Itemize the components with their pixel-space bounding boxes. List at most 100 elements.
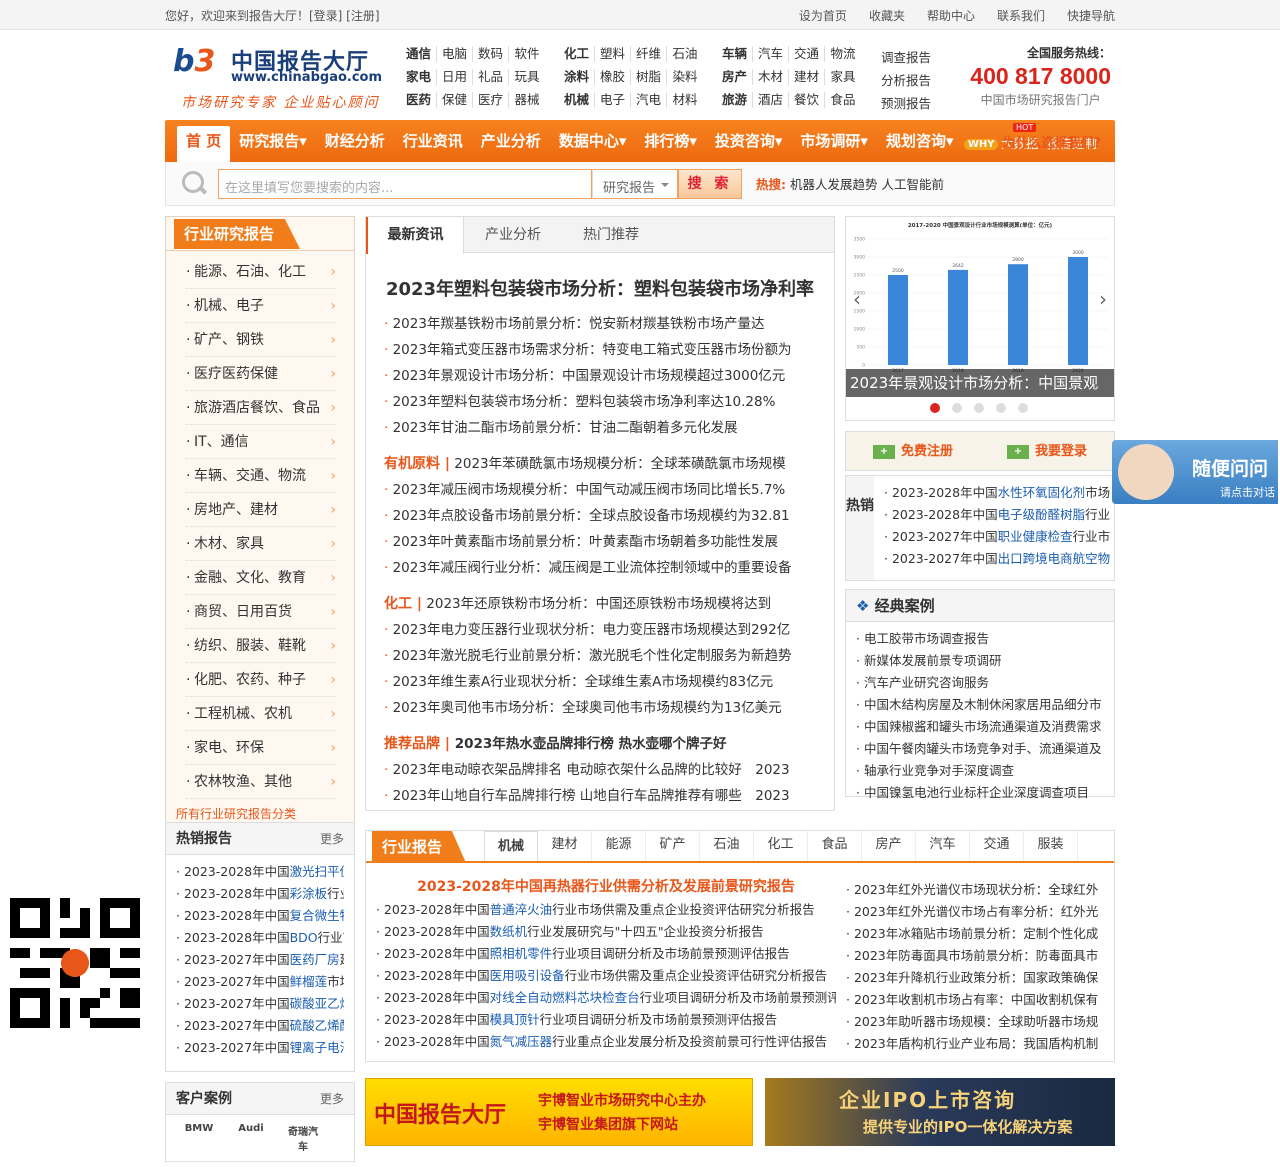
category-link[interactable]: 汽电 (631, 92, 667, 108)
category-link[interactable]: 旅游 (717, 92, 753, 108)
category-link[interactable]: 玩具 (509, 69, 545, 85)
category-link[interactable]: 涂料 (559, 69, 595, 85)
news-item[interactable]: 2023年减压阀市场规模分析：中国气动减压阀市场同比增长5.7% (384, 477, 824, 503)
case-item[interactable]: 中国辣椒酱和罐头市场流通渠道及消费需求 (856, 716, 1104, 738)
case-item[interactable]: 中国镍氢电池行业标杆企业深度调查项目 (856, 782, 1104, 804)
nav-item[interactable]: 研究报告▾ (230, 120, 316, 162)
hot-report-item[interactable]: 2023-2027年中国硫酸乙烯酯 (176, 1015, 344, 1037)
news-item[interactable]: 2023年景观设计市场分析：中国景观设计市场规模超过3000亿元 (384, 363, 824, 389)
category-item[interactable]: 能源、石油、化工 (186, 255, 336, 289)
slider-next-icon[interactable]: › (1094, 287, 1112, 313)
category-link[interactable]: 车辆 (717, 46, 753, 62)
category-link[interactable]: 家具 (825, 69, 861, 85)
news-tab[interactable]: 产业分析 (464, 217, 562, 252)
hot-report-item[interactable]: 2023-2028年中国BDO行业市 (176, 927, 344, 949)
search-button[interactable]: 搜 索 (678, 168, 742, 199)
category-item[interactable]: 商贸、日用百货 (186, 595, 336, 629)
report-type-link[interactable]: 预测报告 (881, 92, 931, 115)
industry-report-item[interactable]: 2023-2028年中国对线全自动燃料芯块检查台行业项目调研分析及市场前景预测评 (376, 987, 836, 1009)
slider-prev-icon[interactable]: ‹ (848, 287, 866, 313)
why-choose-us[interactable]: WHY 为什么选择我们? (963, 132, 1101, 151)
client-cases-more[interactable]: 更多 (320, 1083, 344, 1115)
category-link[interactable]: 通信 (401, 46, 437, 62)
industry-report-item[interactable]: 2023-2028年中国氮气减压器行业重点企业发展分析及投资前景可行性评估报告 (376, 1031, 836, 1053)
case-item[interactable]: 新媒体发展前景专项调研 (856, 650, 1104, 672)
industry-tab[interactable]: 能源 (592, 831, 646, 861)
client-logo[interactable]: 奇瑞汽车 (286, 1123, 320, 1153)
slider-dot[interactable] (1018, 403, 1028, 413)
industry-news-item[interactable]: 2023年防毒面具市场前景分析：防毒面具市 (846, 945, 1106, 967)
hot-reports-more[interactable]: 更多 (320, 823, 344, 855)
industry-tab[interactable]: 矿产 (646, 831, 700, 861)
industry-tab[interactable]: 建材 (538, 831, 592, 861)
news-section-header[interactable]: 推荐品牌 | 2023年热水壶品牌排行榜 热水壶哪个牌子好 (384, 731, 824, 757)
industry-tab[interactable]: 交通 (970, 831, 1024, 861)
industry-news-item[interactable]: 2023年收割机市场占有率：中国收割机保有 (846, 989, 1106, 1011)
industry-news-item[interactable]: 2023年助听器市场规模：全球助听器市场规 (846, 1011, 1106, 1033)
category-link[interactable]: 日用 (437, 69, 473, 85)
news-item[interactable]: 2023年塑料包装袋市场分析：塑料包装袋市场净利率达10.28% (384, 389, 824, 415)
category-link[interactable]: 家电 (401, 69, 437, 85)
industry-news-item[interactable]: 2023年升降机行业政策分析：国家政策确保 (846, 967, 1106, 989)
top-link[interactable]: 快捷导航 (1067, 9, 1115, 23)
category-item[interactable]: 矿产、钢铁 (186, 323, 336, 357)
category-link[interactable]: 酒店 (753, 92, 789, 108)
category-item[interactable]: 纺织、服装、鞋靴 (186, 629, 336, 663)
hot-sale-item[interactable]: 2023-2028年中国水性环氧固化剂市场 (884, 482, 1112, 504)
ipo-banner[interactable]: 企业IPO上市咨询 提供专业的IPO一体化解决方案 (765, 1078, 1115, 1146)
hot-search-words[interactable]: 机器人发展趋势 人工智能前 (790, 177, 944, 192)
news-section-header[interactable]: 有机原料 | 2023年苯磺酰氯市场规模分析：全球苯磺酰氯市场规模 (384, 451, 824, 477)
category-item[interactable]: 机械、电子 (186, 289, 336, 323)
category-link[interactable]: 保健 (437, 92, 473, 108)
category-link[interactable]: 纤维 (631, 46, 667, 62)
slider-dot[interactable] (996, 403, 1006, 413)
industry-news-item[interactable]: 2023年红外光谱仪市场占有率分析：红外光 (846, 901, 1106, 923)
slider-caption[interactable]: 2023年景观设计市场分析：中国景观 (846, 369, 1114, 397)
industry-news-item[interactable]: 2023年冰箱贴市场前景分析：定制个性化成 (846, 923, 1106, 945)
industry-news-item[interactable]: 2023年红外光谱仪市场现状分析：全球红外 (846, 879, 1106, 901)
category-link[interactable]: 器械 (509, 92, 545, 108)
category-link[interactable]: 数码 (473, 46, 509, 62)
nav-item[interactable]: 规划咨询▾ (877, 120, 963, 162)
hot-sale-item[interactable]: 2023-2028年中国电子级酚醛树脂行业 (884, 504, 1112, 526)
news-item[interactable]: 2023年奥司他韦市场分析：全球奥司他韦市场规模约为13亿美元 (384, 695, 824, 721)
case-item[interactable]: 中国午餐肉罐头市场竞争对手、流通渠道及 (856, 738, 1104, 760)
report-type-link[interactable]: 分析报告 (881, 69, 931, 92)
category-item[interactable]: 旅游酒店餐饮、食品 (186, 391, 336, 425)
category-link[interactable]: 机械 (559, 92, 595, 108)
category-link[interactable]: 树脂 (631, 69, 667, 85)
nav-item[interactable]: 行业资讯 (394, 120, 472, 162)
case-item[interactable]: 中国木结构房屋及木制休闲家居用品细分市 (856, 694, 1104, 716)
industry-tab[interactable]: 汽车 (916, 831, 970, 861)
hot-report-item[interactable]: 2023-2028年中国复合微生物 (176, 905, 344, 927)
login-button[interactable]: + 我要登录 (980, 432, 1114, 470)
industry-tab[interactable]: 食品 (808, 831, 862, 861)
hot-sale-item[interactable]: 2023-2027年中国职业健康检查行业市 (884, 526, 1112, 548)
category-item[interactable]: 木材、家具 (186, 527, 336, 561)
news-item[interactable]: 2023年叶黄素酯市场前景分析：叶黄素酯市场朝着多功能性发展 (384, 529, 824, 555)
category-link[interactable]: 餐饮 (789, 92, 825, 108)
category-link[interactable]: 橡胶 (595, 69, 631, 85)
category-item[interactable]: 工程机械、农机 (186, 697, 336, 731)
industry-tab[interactable]: 房产 (862, 831, 916, 861)
hot-report-item[interactable]: 2023-2028年中国彩涂板行业 (176, 883, 344, 905)
category-link[interactable]: 木材 (753, 69, 789, 85)
category-item[interactable]: 医疗医药保健 (186, 357, 336, 391)
nav-item[interactable]: 数据中心▾ (550, 120, 636, 162)
chat-widget[interactable]: 随便问问 请点击对话 (1112, 440, 1278, 504)
search-input[interactable]: 在这里填写您要搜索的内容... (218, 168, 592, 199)
search-type-select[interactable]: 研究报告 (592, 168, 678, 199)
hot-sale-item[interactable]: 2023-2027年中国出口跨境电商航空物 (884, 548, 1112, 570)
hot-report-item[interactable]: 2023-2027年中国鲜榴莲市场 (176, 971, 344, 993)
category-link[interactable]: 化工 (559, 46, 595, 62)
category-link[interactable]: 房产 (717, 69, 753, 85)
hot-report-item[interactable]: 2023-2027年中国锂离子电池 (176, 1037, 344, 1059)
news-item[interactable]: 2023年激光脱毛行业前景分析：激光脱毛个性化定制服务为新趋势 (384, 643, 824, 669)
industry-report-item[interactable]: 2023-2028年中国医用吸引设备行业市场供需及重点企业投资评估研究分析报告 (376, 965, 836, 987)
nav-item[interactable]: 市场调研▾ (791, 120, 877, 162)
case-item[interactable]: 电工胶带市场调查报告 (856, 628, 1104, 650)
case-item[interactable]: 轴承行业竞争对手深度调查 (856, 760, 1104, 782)
site-logo[interactable]: b3 中国报告大厅 www.chinabgao.com 市场研究专家 企业贴心顾… (173, 42, 393, 112)
category-item[interactable]: 车辆、交通、物流 (186, 459, 336, 493)
slider-dot[interactable] (952, 403, 962, 413)
